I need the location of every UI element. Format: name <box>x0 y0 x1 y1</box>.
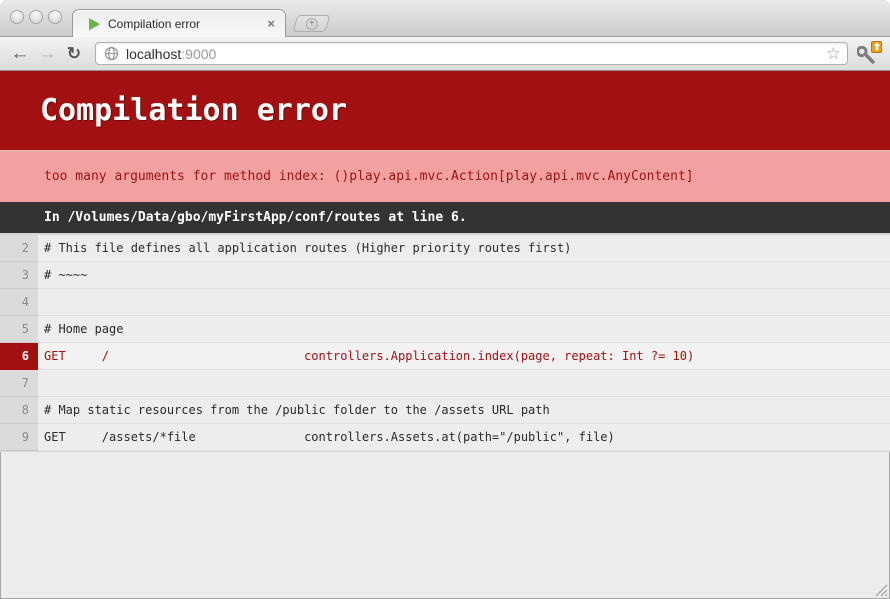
code-text: # Home page <box>38 316 890 343</box>
line-number: 7 <box>0 370 38 397</box>
line-number: 2 <box>0 235 38 262</box>
tab-close-icon[interactable]: × <box>265 16 277 31</box>
code-line: 9GET /assets/*file controllers.Assets.at… <box>0 424 890 451</box>
code-text: # Map static resources from the /public … <box>38 397 890 424</box>
code-line: 4 <box>0 289 890 316</box>
new-tab-button[interactable]: + <box>293 15 331 32</box>
address-bar[interactable]: localhost:9000 ☆ <box>95 42 848 65</box>
bookmark-star-icon[interactable]: ☆ <box>826 45 841 62</box>
error-location: In /Volumes/Data/gbo/myFirstApp/conf/rou… <box>0 202 890 233</box>
code-line: 3# ~~~~ <box>0 262 890 289</box>
zoom-window-button[interactable] <box>48 10 62 24</box>
plus-icon: + <box>306 18 318 30</box>
browser-toolbar: ← → ↻ localhost:9000 ☆ <box>0 37 890 71</box>
title-bar: Compilation error × + <box>0 0 890 37</box>
code-text: GET / controllers.Application.index(page… <box>38 343 890 370</box>
code-line: 2# This file defines all application rou… <box>0 235 890 262</box>
page-title: Compilation error <box>0 71 890 150</box>
code-line: 8# Map static resources from the /public… <box>0 397 890 424</box>
code-text <box>38 370 890 397</box>
close-window-button[interactable] <box>10 10 24 24</box>
browser-tab[interactable]: Compilation error × <box>72 9 286 37</box>
url-port: :9000 <box>181 46 216 62</box>
code-line: 6GET / controllers.Application.index(pag… <box>0 343 890 370</box>
url-text[interactable]: localhost:9000 <box>126 46 216 62</box>
code-line: 5# Home page <box>0 316 890 343</box>
code-listing: 2# This file defines all application rou… <box>0 233 890 452</box>
window-controls <box>10 10 62 24</box>
line-number: 6 <box>0 343 38 370</box>
back-button[interactable]: ← <box>8 42 32 66</box>
forward-button[interactable]: → <box>35 42 59 66</box>
code-line: 7 <box>0 370 890 397</box>
line-number: 4 <box>0 289 38 316</box>
code-text: # ~~~~ <box>38 262 890 289</box>
code-text: # This file defines all application rout… <box>38 235 890 262</box>
browser-window: Compilation error × + ← → ↻ localhost:90… <box>0 0 890 599</box>
minimize-window-button[interactable] <box>29 10 43 24</box>
reload-button[interactable]: ↻ <box>62 42 86 66</box>
globe-icon <box>104 46 119 61</box>
wrench-menu-button[interactable] <box>856 41 882 67</box>
error-message: too many arguments for method index: ()p… <box>0 150 890 202</box>
url-host: localhost <box>126 46 181 62</box>
tab-title: Compilation error <box>108 17 265 31</box>
play-favicon-icon <box>89 18 100 30</box>
line-number: 3 <box>0 262 38 289</box>
line-number: 8 <box>0 397 38 424</box>
code-text: GET /assets/*file controllers.Assets.at(… <box>38 424 890 451</box>
line-number: 9 <box>0 424 38 451</box>
line-number: 5 <box>0 316 38 343</box>
upgrade-badge-icon <box>871 41 882 53</box>
code-text <box>38 289 890 316</box>
resize-grip[interactable] <box>872 581 888 597</box>
